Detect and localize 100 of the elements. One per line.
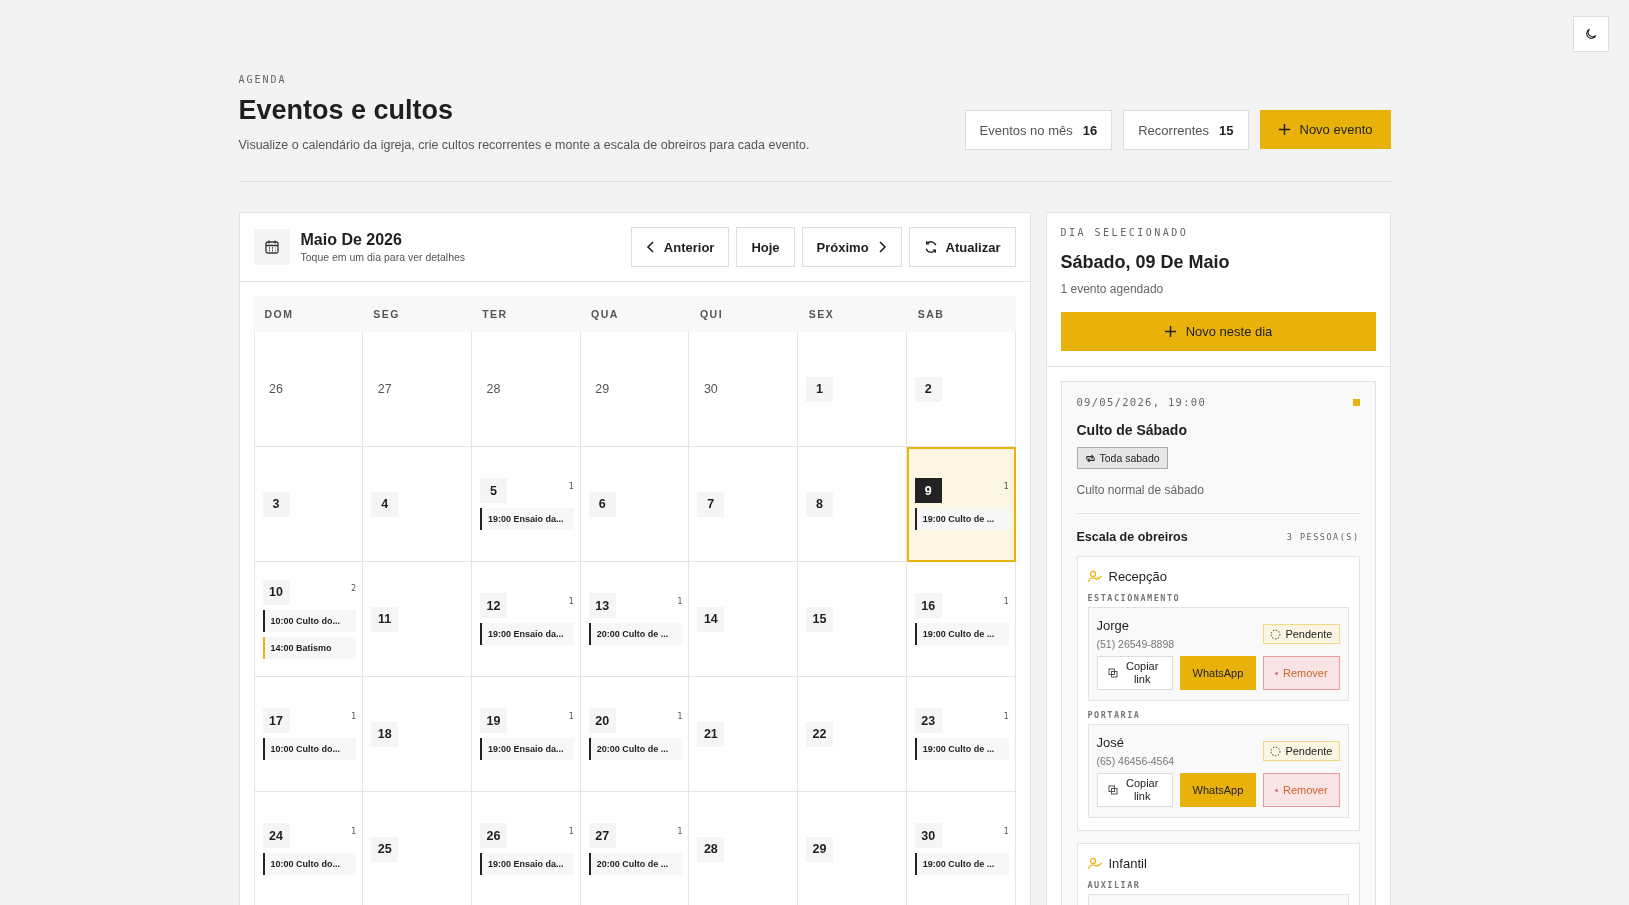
day-cell[interactable]: 7 [689, 447, 799, 562]
event-chip[interactable]: 14:00 Batismo [262, 636, 357, 659]
day-cell[interactable]: 23 1 19:00 Culto de ... [906, 677, 1016, 792]
day-cell[interactable]: 22 [798, 677, 907, 792]
event-count-text: 1 evento agendado [1060, 282, 1165, 296]
day-cell[interactable]: 8 [798, 447, 907, 562]
event-chip[interactable]: 10:00 Culto do... [262, 609, 357, 632]
person-name: José [1096, 735, 1125, 750]
day-cell[interactable]: 29 [580, 332, 690, 447]
next-button[interactable]: Próximo [801, 227, 902, 267]
event-count: 1 [568, 481, 574, 491]
day-cell[interactable]: 21 [689, 677, 799, 792]
event-chip[interactable]: 20:00 Culto de ... [588, 853, 683, 875]
team-name: Recepção [1108, 569, 1168, 584]
dot-icon [1275, 788, 1278, 792]
stat-value: 15 [1219, 122, 1234, 138]
stat-label: Eventos no mês [979, 122, 1073, 138]
day-cell[interactable]: 29 [798, 792, 907, 905]
event-description: Culto normal de sábado [1076, 483, 1205, 497]
day-number: 22 [806, 721, 834, 747]
day-cell[interactable]: 10 2 10:00 Culto do... 14:00 Batismo [254, 562, 364, 677]
whatsapp-button[interactable]: WhatsApp [1179, 656, 1257, 690]
day-cell[interactable]: 30 1 19:00 Culto de ... [906, 792, 1016, 905]
day-cell[interactable]: 5 1 19:00 Ensaio da... [471, 447, 581, 562]
day-cell[interactable]: 15 [798, 562, 907, 677]
today-button[interactable]: Hoje [736, 227, 795, 267]
month-title: Maio De 2026 [300, 231, 403, 249]
team-name: Infantil [1108, 856, 1147, 871]
selected-date: Sábado, 09 De Maio [1060, 252, 1231, 273]
day-cell[interactable]: 14 [689, 562, 799, 677]
day-cell[interactable]: 6 [580, 447, 690, 562]
day-number: 20 [588, 708, 616, 733]
event-count: 2 [351, 582, 357, 593]
day-number: 10 [262, 579, 290, 605]
whatsapp-button[interactable]: WhatsApp [1179, 773, 1257, 807]
weekday-label: QUI [698, 308, 725, 320]
day-number: 26 [479, 823, 507, 848]
section-label: AGENDA [238, 74, 288, 85]
new-on-day-button[interactable]: Novo neste dia [1060, 312, 1376, 351]
day-cell[interactable]: 27 [363, 332, 472, 447]
event-count: 1 [677, 826, 683, 836]
theme-toggle-button[interactable] [1573, 16, 1609, 52]
event-chip[interactable]: 19:00 Culto de ... [914, 853, 1009, 875]
day-cell[interactable]: 27 1 20:00 Culto de ... [580, 792, 690, 905]
day-number: 29 [806, 836, 834, 862]
event-count: 1 [351, 826, 357, 836]
refresh-button[interactable]: Atualizar [908, 227, 1016, 267]
day-cell[interactable]: 24 1 10:00 Culto do... [254, 792, 364, 905]
event-title: Culto de Sábado [1076, 422, 1188, 438]
day-cell[interactable]: 16 1 19:00 Culto de ... [906, 562, 1016, 677]
moon-icon [1584, 27, 1598, 41]
day-cell[interactable]: 13 1 20:00 Culto de ... [580, 562, 690, 677]
day-cell[interactable]: 11 [363, 562, 472, 677]
day-number: 8 [806, 491, 834, 517]
copy-link-button[interactable]: Copiar link [1096, 773, 1173, 807]
day-cell[interactable]: 3 [254, 447, 364, 562]
pending-icon [1270, 628, 1282, 640]
weekday-label: QUA [590, 308, 620, 320]
event-chip[interactable]: 19:00 Ensaio da... [479, 738, 574, 760]
event-chip[interactable]: 20:00 Culto de ... [588, 738, 683, 760]
day-cell[interactable]: 9 1 19:00 Culto de ... [906, 447, 1016, 562]
previous-button[interactable]: Anterior [630, 227, 730, 267]
day-cell[interactable]: 26 1 19:00 Ensaio da... [471, 792, 581, 905]
tag-label: Toda sabado [1099, 452, 1160, 464]
event-count: 1 [351, 711, 357, 721]
event-chip[interactable]: 19:00 Culto de ... [914, 623, 1009, 645]
copy-link-button[interactable]: Copiar link [1096, 656, 1173, 690]
event-chip[interactable]: 20:00 Culto de ... [588, 623, 683, 645]
roster-title: Escala de obreiros [1076, 530, 1188, 544]
panel-label: DIA SELECIONADO [1060, 227, 1190, 238]
day-number: 19 [479, 708, 507, 733]
day-cell[interactable]: 4 [363, 447, 472, 562]
event-chip[interactable]: 19:00 Ensaio da... [479, 853, 574, 875]
day-cell[interactable]: 30 [689, 332, 799, 447]
day-cell[interactable]: 26 [254, 332, 364, 447]
day-number: 28 [485, 381, 502, 398]
phone-number: (51) 26549-8898 [1096, 638, 1175, 650]
day-cell[interactable]: 19 1 19:00 Ensaio da... [471, 677, 581, 792]
day-cell[interactable]: 25 [363, 792, 472, 905]
day-number: 14 [697, 606, 725, 632]
event-chip[interactable]: 19:00 Culto de ... [914, 508, 1009, 530]
event-chip[interactable]: 19:00 Ensaio da... [479, 623, 574, 645]
day-cell[interactable]: 12 1 19:00 Ensaio da... [471, 562, 581, 677]
event-chip[interactable]: 10:00 Culto do... [262, 853, 357, 875]
phone-number: (65) 46456-4564 [1096, 755, 1175, 767]
day-cell[interactable]: 28 [471, 332, 581, 447]
calendar-icon [253, 229, 290, 265]
position-label: PORTARIA [1087, 710, 1142, 720]
day-number: 13 [588, 593, 616, 618]
event-count: 1 [568, 826, 574, 836]
day-cell[interactable]: 18 [363, 677, 472, 792]
event-chip[interactable]: 19:00 Culto de ... [914, 738, 1009, 760]
day-cell[interactable]: 28 [689, 792, 799, 905]
day-cell[interactable]: 17 1 10:00 Culto do... [254, 677, 364, 792]
day-cell[interactable]: 20 1 20:00 Culto de ... [580, 677, 690, 792]
new-event-button[interactable]: Novo evento [1259, 110, 1391, 149]
event-chip[interactable]: 19:00 Ensaio da... [479, 508, 574, 530]
event-chip[interactable]: 10:00 Culto do... [262, 738, 357, 760]
day-cell[interactable]: 1 [798, 332, 907, 447]
status-label: Pendente [1285, 628, 1333, 640]
